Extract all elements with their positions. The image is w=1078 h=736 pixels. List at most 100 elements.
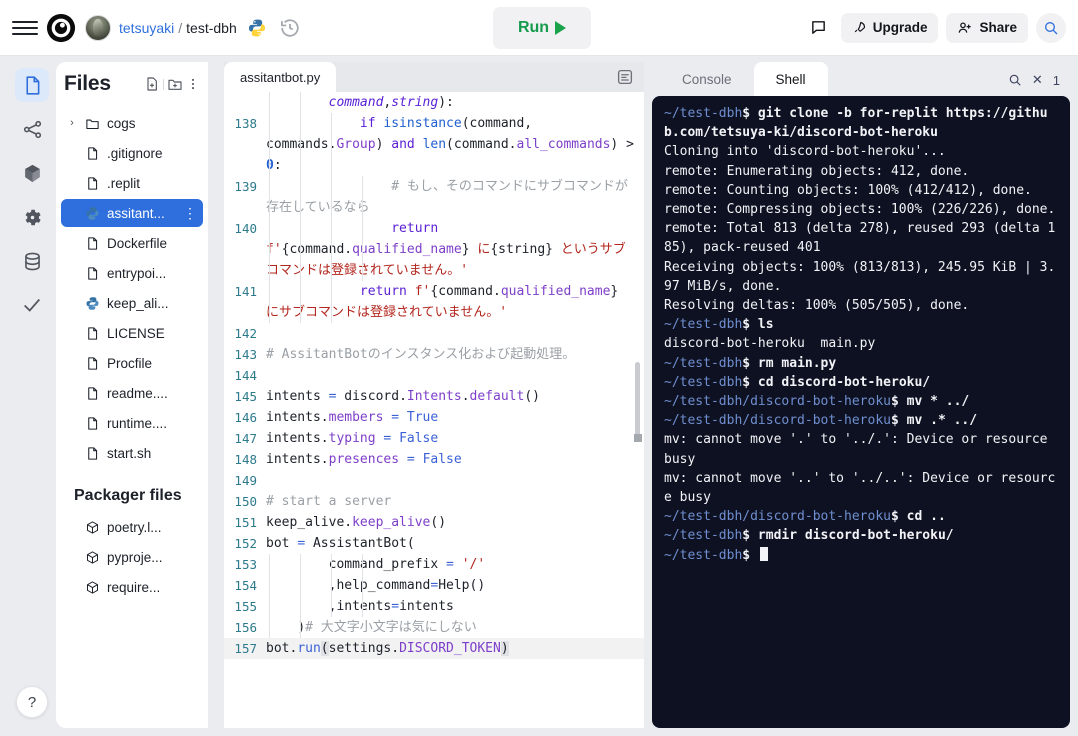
indent-guide	[331, 575, 332, 596]
terminal-command: $ ls	[742, 317, 774, 333]
terminal-line: ~/test-dbh$ ls	[664, 315, 1060, 334]
add-file-icon[interactable]	[144, 76, 160, 92]
editor-options-icon[interactable]	[616, 68, 634, 86]
packager-file-item[interactable]: require...	[61, 573, 203, 601]
file-tree-item[interactable]: .replit	[61, 169, 203, 197]
breadcrumb-repo[interactable]: test-dbh	[186, 20, 237, 36]
code-text[interactable]: bot.run(settings.DISCORD_TOKEN)	[266, 638, 644, 659]
code-text[interactable]: intents = discord.Intents.default()	[266, 386, 644, 407]
code-text[interactable]: keep_alive.keep_alive()	[266, 512, 644, 533]
terminal-line: ~/test-dbh/discord-bot-heroku$ mv .* ../	[664, 411, 1060, 430]
code-text[interactable]: ,help_command=Help()	[266, 575, 644, 596]
code-text[interactable]: )# 大文字小文字は気にしない	[266, 617, 644, 638]
file-tree-item[interactable]: entrypoi...	[61, 259, 203, 287]
terminal-command: $ rm main.py	[742, 355, 837, 371]
file-label: poetry.l...	[107, 519, 162, 535]
terminal-line: remote: Compressing objects: 100% (226/2…	[664, 202, 1056, 218]
help-button[interactable]: ?	[16, 686, 48, 718]
code-text[interactable]: if isinstance(command, commands.Group) a…	[266, 113, 644, 176]
code-text[interactable]: # もし、そのコマンドにサブコマンドが存在しているなら	[266, 176, 644, 218]
code-text[interactable]: intents.presences = False	[266, 449, 644, 470]
run-button[interactable]: Run	[493, 7, 591, 49]
file-tree-item[interactable]: readme....	[61, 379, 203, 407]
code-text[interactable]: command,string):	[266, 92, 644, 113]
file-tree-item[interactable]: Procfile	[61, 349, 203, 377]
file-label: pyproje...	[107, 549, 163, 565]
terminal-prompt: ~/test-dbh/discord-bot-heroku	[664, 413, 891, 429]
code-text[interactable]: return f'{command.qualified_name} に{stri…	[266, 218, 644, 281]
file-tree-item[interactable]: › cogs	[61, 109, 203, 137]
file-type-icon	[84, 145, 100, 161]
file-tree-item[interactable]: start.sh	[61, 439, 203, 467]
file-type-icon	[84, 265, 100, 281]
file-type-icon	[84, 115, 100, 131]
code-text[interactable]: intents.members = True	[266, 407, 644, 428]
code-text[interactable]: return f'{command.qualified_name} にサブコマン…	[266, 281, 644, 323]
code-line: 142	[224, 323, 644, 344]
indent-guide	[362, 575, 363, 596]
breadcrumb-separator: /	[178, 19, 183, 36]
kebab-menu-icon[interactable]	[186, 76, 200, 92]
upgrade-button[interactable]: Upgrade	[840, 12, 939, 43]
line-number: 141	[234, 284, 257, 299]
file-label: Dockerfile	[107, 235, 168, 251]
code-text[interactable]: intents.typing = False	[266, 428, 644, 449]
packager-file-item[interactable]: poetry.l...	[61, 513, 203, 541]
terminal-caret	[759, 546, 768, 561]
history-icon[interactable]	[279, 17, 301, 39]
upgrade-label: Upgrade	[872, 20, 928, 35]
code-text[interactable]: # AssitantBotのインスタンス化および起動処理。	[266, 344, 644, 365]
rail-item-files[interactable]	[15, 68, 49, 102]
rail-item-settings[interactable]	[15, 200, 49, 234]
share-button[interactable]: Share	[946, 12, 1028, 43]
rail-item-packages[interactable]	[15, 156, 49, 190]
file-tree-item[interactable]: keep_ali...	[61, 289, 203, 317]
terminal-command: $ cd ..	[890, 509, 946, 525]
user-avatar[interactable]	[85, 14, 111, 41]
replit-logo	[46, 13, 76, 42]
chevron-right-icon[interactable]: ›	[67, 117, 77, 129]
global-search-button[interactable]	[1036, 12, 1066, 43]
file-icon	[87, 386, 97, 400]
file-tree-item[interactable]: runtime....	[61, 409, 203, 437]
terminal-tab-console[interactable]: Console	[660, 62, 754, 96]
search-icon[interactable]	[1008, 73, 1022, 87]
code-line: 147 intents.typing = False	[224, 428, 644, 449]
file-type-icon	[84, 549, 100, 565]
rail-item-git[interactable]	[15, 112, 49, 146]
terminal-tab-shell[interactable]: Shell	[753, 62, 828, 96]
indent-guide	[362, 176, 363, 218]
indent-guide	[362, 218, 363, 281]
file-type-icon	[84, 325, 100, 341]
file-tree-item[interactable]: assitant... ⋮	[61, 199, 203, 227]
line-number: 143	[234, 347, 257, 362]
terminal-command: $ mv * ../	[890, 394, 970, 410]
feedback-button[interactable]	[804, 13, 833, 43]
terminal-line: remote: Counting objects: 100% (412/412)…	[664, 182, 1032, 198]
rail-item-checks[interactable]	[15, 288, 49, 322]
add-folder-icon[interactable]	[167, 76, 183, 92]
code-text[interactable]: ,intents=intents	[266, 596, 644, 617]
code-text[interactable]: # start a server	[266, 491, 644, 512]
breadcrumb-user[interactable]: tetsuyaki	[119, 20, 174, 36]
shell-terminal[interactable]: ~/test-dbh$ git clone -b for-replit http…	[652, 96, 1070, 728]
code-editor[interactable]: command,string): 138 if isinstance(comman…	[224, 92, 644, 728]
line-number: 144	[234, 368, 257, 383]
terminal-line: remote: Enumerating objects: 412, done.	[664, 163, 970, 179]
file-tree-item[interactable]: LICENSE	[61, 319, 203, 347]
terminal-command: $ rmdir discord-bot-heroku/	[742, 528, 954, 544]
rail-item-database[interactable]	[15, 244, 49, 278]
editor-vertical-scrollbar[interactable]	[635, 362, 640, 440]
packager-file-item[interactable]: pyproje...	[61, 543, 203, 571]
file-tree-item[interactable]: Dockerfile	[61, 229, 203, 257]
file-tree-item[interactable]: .gitignore	[61, 139, 203, 167]
close-icon[interactable]: ✕	[1032, 72, 1043, 88]
file-kebab-icon[interactable]: ⋮	[183, 206, 197, 220]
file-label: keep_ali...	[107, 295, 169, 311]
hamburger-icon[interactable]	[12, 15, 38, 41]
code-text[interactable]: command_prefix = '/'	[266, 554, 644, 575]
terminal-line: ~/test-dbh/discord-bot-heroku$ mv * ../	[664, 392, 1060, 411]
code-text[interactable]: bot = AssistantBot(	[266, 533, 644, 554]
editor-tab-assitantbot[interactable]: assitantbot.py	[224, 62, 337, 92]
file-type-icon	[84, 295, 100, 311]
